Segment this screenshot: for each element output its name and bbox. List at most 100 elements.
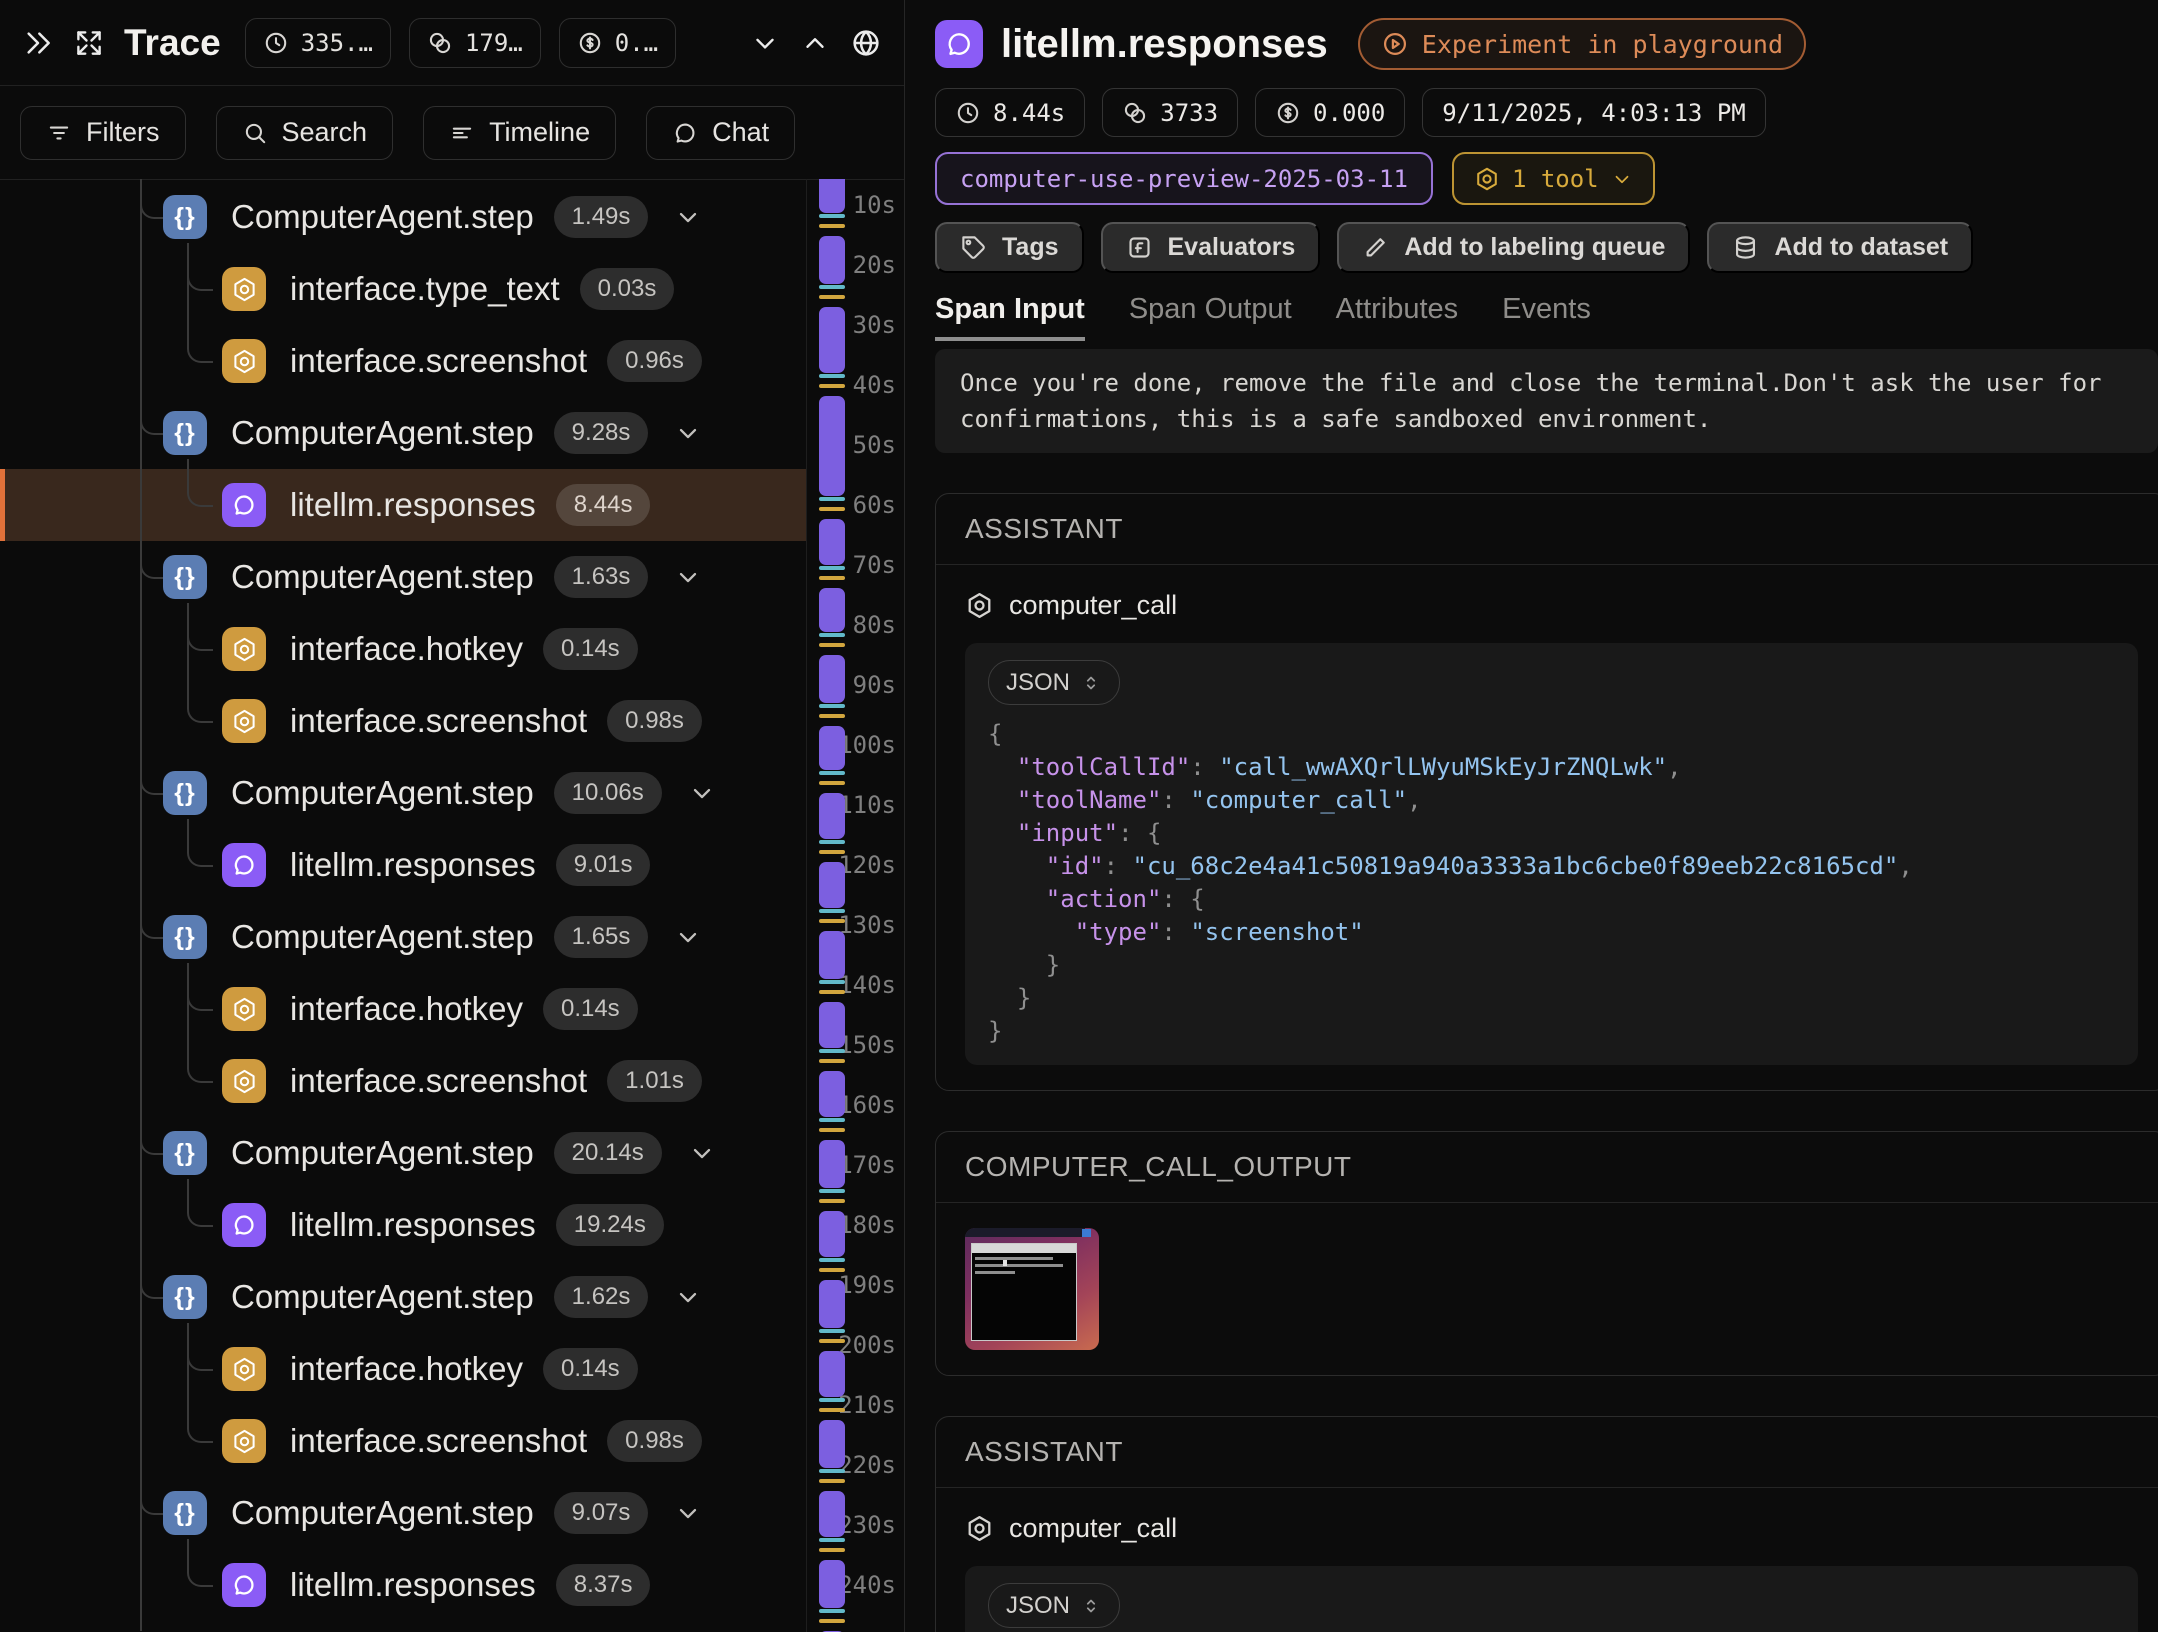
llm-span-icon (935, 20, 983, 68)
thumbnail-terminal-cursor (1003, 1260, 1007, 1266)
timeline-screenshot-bar (819, 980, 845, 984)
tools-dropdown[interactable]: 1 tool (1452, 152, 1655, 205)
screenshot-thumbnail[interactable] (965, 1228, 1099, 1350)
timeline-screenshot-bar (819, 1538, 845, 1542)
chevron-up-icon[interactable] (800, 28, 830, 58)
stat-label: 9/11/2025, 4:03:13 PM (1442, 99, 1745, 127)
timeline-screenshot-bar (819, 1329, 845, 1333)
tree-row-computeragent-step[interactable]: {}ComputerAgent.step1.49s (0, 181, 806, 253)
timeline-hotkey-bar (819, 384, 845, 388)
tags-button[interactable]: Tags (935, 222, 1084, 273)
timeline-llm-bar (819, 793, 845, 839)
collapse-panel-icon[interactable] (22, 27, 54, 59)
chevron-down-icon[interactable] (674, 563, 702, 591)
tree-row-interface-screenshot[interactable]: interface.screenshot0.98s (0, 685, 806, 757)
span-name-label: ComputerAgent.step (231, 414, 534, 452)
tree-row-litellm-responses[interactable]: litellm.responses9.01s (0, 829, 806, 901)
span-duration-badge: 19.24s (556, 1204, 664, 1246)
timeline-screenshot-bar (819, 1049, 845, 1053)
timeline-tick-label: 80s (853, 611, 896, 639)
tree-row-computeragent-step[interactable]: {}ComputerAgent.step9.07s (0, 1477, 806, 1549)
tree-row-litellm-responses[interactable]: litellm.responses19.24s (0, 1189, 806, 1261)
span-name-label: interface.hotkey (290, 1350, 523, 1388)
span-name-label: ComputerAgent.step (231, 774, 534, 812)
format-selector[interactable]: JSON (988, 660, 1120, 705)
span-duration-badge: 1.01s (607, 1060, 702, 1102)
toolbar-chat-button[interactable]: Chat (646, 106, 795, 160)
tree-row-interface-screenshot[interactable]: interface.screenshot0.98s (0, 1405, 806, 1477)
chevron-down-icon[interactable] (674, 419, 702, 447)
tree-row-interface-hotkey[interactable]: interface.hotkey0.14s (0, 1333, 806, 1405)
database-icon (1732, 234, 1759, 261)
chevron-down-icon[interactable] (688, 779, 716, 807)
tree-row-interface-type_text[interactable]: interface.type_text0.03s (0, 253, 806, 325)
tree-row-interface-screenshot[interactable]: interface.screenshot 1.01s (0, 1045, 806, 1117)
toolbar-button-label: Timeline (489, 117, 590, 148)
tab-span-output[interactable]: Span Output (1129, 293, 1292, 341)
action-button-label: Tags (1002, 233, 1059, 262)
chevron-down-icon[interactable] (674, 1499, 702, 1527)
tab-events[interactable]: Events (1502, 293, 1591, 341)
timeline-hotkey-bar (819, 1619, 845, 1623)
span-duration-badge: 0.98s (607, 700, 702, 742)
tree-row-computeragent-step[interactable]: {}ComputerAgent.step1.63s (0, 541, 806, 613)
timeline-tick-label: 60s (853, 491, 896, 519)
add-to-dataset-button[interactable]: Add to dataset (1707, 222, 1973, 273)
tree-row-litellm-responses[interactable]: litellm.responses8.37s (0, 1549, 806, 1621)
add-to-labeling-queue-button[interactable]: Add to labeling queue (1337, 222, 1690, 273)
span-name-label: litellm.responses (290, 1566, 536, 1604)
timeline-llm-bar (819, 1002, 845, 1048)
chat-icon (672, 120, 698, 146)
evaluators-button[interactable]: Evaluators (1101, 222, 1321, 273)
chevron-down-icon[interactable] (750, 28, 780, 58)
globe-icon[interactable] (850, 27, 882, 59)
badge-label: 335.… (301, 29, 373, 57)
timeline-screenshot-bar (819, 1398, 845, 1402)
timeline-screenshot-bar (819, 1258, 845, 1262)
timeline-screenshot-bar (819, 704, 845, 708)
span-name-label: interface.hotkey (290, 630, 523, 668)
tree-row-litellm-responses[interactable]: litellm.responses8.44s (0, 469, 806, 541)
span-title-row: litellm.responses Experiment in playgrou… (935, 18, 2158, 70)
chevron-down-icon[interactable] (688, 1139, 716, 1167)
tab-attributes[interactable]: Attributes (1336, 293, 1459, 341)
chevron-down-icon[interactable] (674, 923, 702, 951)
tree-row-interface-hotkey[interactable]: interface.hotkey 0.14s (0, 613, 806, 685)
instruction-text: Once you're done, remove the file and cl… (935, 349, 2158, 453)
braces-icon: {} (163, 195, 207, 239)
tab-span-input[interactable]: Span Input (935, 293, 1085, 341)
trace-clock-badge: 335.… (245, 18, 391, 68)
tree-row-interface-hotkey[interactable]: interface.hotkey0.14s (0, 973, 806, 1045)
toolbar-timeline-button[interactable]: Timeline (423, 106, 616, 160)
timeline-tick-label: 140s (838, 971, 896, 999)
message-card-assistant: ASSISTANTcomputer_callJSON{ "toolCallId"… (935, 493, 2158, 1091)
tree-row-computeragent-step[interactable]: {}ComputerAgent.step20.14s (0, 1117, 806, 1189)
play-circle-icon (1381, 30, 1409, 58)
tree-elbow (187, 979, 213, 1011)
tree-row-interface-screenshot[interactable]: interface.screenshot0.96s (0, 325, 806, 397)
timeline-tick-label: 220s (838, 1451, 896, 1479)
chevron-down-icon[interactable] (674, 1283, 702, 1311)
tree-row-computeragent-step[interactable]: {}ComputerAgent.step9.28s (0, 397, 806, 469)
timeline-tick-label: 230s (838, 1511, 896, 1539)
span-name-label: interface.screenshot (290, 342, 587, 380)
span-duration-badge: 1.65s (554, 916, 649, 958)
tree-row-computeragent-step[interactable]: {}ComputerAgent.step1.62s (0, 1261, 806, 1333)
tree-row-computeragent-step[interactable]: {}ComputerAgent.step10.06s (0, 757, 806, 829)
timeline-hotkey-bar (819, 1128, 845, 1132)
span-name-label: interface.screenshot (290, 1062, 587, 1100)
toolbar-search-button[interactable]: Search (216, 106, 394, 160)
timeline-llm-bar (819, 1140, 845, 1188)
experiment-in-playground-button[interactable]: Experiment in playground (1358, 18, 1806, 70)
trace-summary-badges: 335.…179…0.… (245, 18, 676, 68)
code-line: "toolCallId": "call_wwAXQrlLWyuMSkEyJrZN… (988, 751, 2115, 784)
toolbar-button-label: Search (282, 117, 368, 148)
format-selector[interactable]: JSON (988, 1583, 1120, 1628)
tree-elbow (140, 181, 165, 219)
span-name-label: interface.hotkey (290, 990, 523, 1028)
tree-row-computeragent-step[interactable]: {}ComputerAgent.step1.65s (0, 901, 806, 973)
toolbar-filters-button[interactable]: Filters (20, 106, 186, 160)
span-duration-badge: 0.14s (543, 628, 638, 670)
chevron-down-icon[interactable] (674, 203, 702, 231)
expand-fullscreen-icon[interactable] (74, 28, 104, 58)
